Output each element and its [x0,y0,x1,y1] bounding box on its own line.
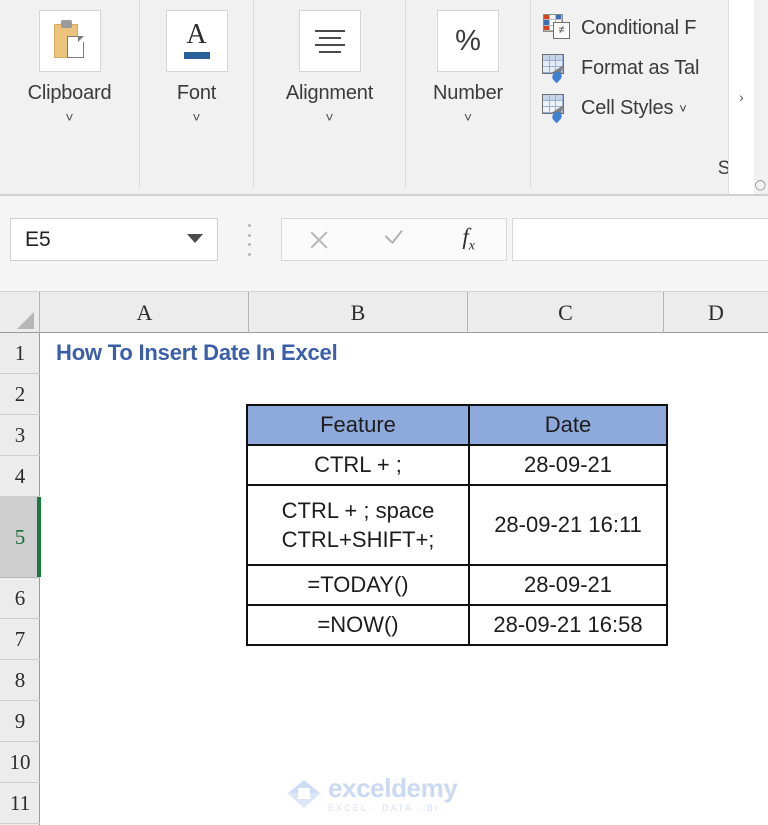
cell-date: 28-09-21 16:11 [468,484,668,566]
table-header-feature: Feature [246,404,470,446]
row-header-3[interactable]: 3 [0,415,40,456]
dialog-launcher-icon[interactable]: ◯ [755,180,766,191]
table-row: CTRL + ; 28-09-21 [246,444,668,486]
ribbon-group-label-alignment: Alignment [285,82,374,104]
ribbon-groups: Clipboard ˅ A Font ˅ Alignment ˅ % Numbe… [0,0,768,188]
chevron-down-icon[interactable]: ˅ [325,110,333,124]
formula-bar: E5 fx [0,196,768,292]
cell-date: 28-09-21 [468,564,668,606]
spreadsheet-grid: A B C D 1 2 3 4 5 6 7 8 9 10 11 How To I… [0,292,768,825]
conditional-formatting-label: Conditional F [581,16,697,39]
cell-date: 28-09-21 [468,444,668,486]
watermark-text: exceldemy EXCEL · DATA · BI [328,773,458,813]
table-header-date: Date [468,404,668,446]
cancel-entry-button[interactable] [291,219,347,260]
column-header-d[interactable]: D [664,292,768,333]
ribbon-group-number[interactable]: % Number ˅ [406,0,531,188]
column-header-c[interactable]: C [468,292,664,333]
ribbon-group-label-clipboard: Clipboard [27,82,112,104]
chevron-down-icon[interactable]: ˅ [192,110,200,124]
row-header-2[interactable]: 2 [0,374,40,415]
alignment-lines-icon [312,24,348,58]
ribbon-expand-button[interactable]: › [728,0,755,194]
row-header-9[interactable]: 9 [0,701,40,742]
name-box-value: E5 [25,227,51,251]
font-button[interactable]: A [165,10,228,72]
row-header-6[interactable]: 6 [0,578,40,619]
chevron-down-icon[interactable]: ˅ [464,110,472,124]
row-header-8[interactable]: 8 [0,660,40,701]
format-as-table-label: Format as Tal [581,56,700,79]
fx-insert-function-icon: fx [462,224,475,254]
cell-feature: =NOW() [246,604,470,646]
exceldemy-watermark: exceldemy EXCEL · DATA · BI [287,772,483,816]
conditional-formatting-icon: ≠ [541,13,573,43]
ribbon-group-font[interactable]: A Font ˅ [140,0,254,188]
ribbon-group-alignment[interactable]: Alignment ˅ [254,0,406,188]
watermark-name: exceldemy [328,773,458,803]
cell-styles-icon [541,93,573,124]
exceldemy-logo-icon [287,777,321,811]
row-header-10[interactable]: 10 [0,742,40,783]
row-header-1[interactable]: 1 [0,333,40,374]
formula-input[interactable] [512,218,768,261]
cell-feature-line-1: CTRL + ; space [281,497,435,523]
cell-feature: CTRL + ; [246,444,470,486]
cells-area[interactable]: How To Insert Date In Excel Feature Date… [41,334,768,825]
clipboard-icon [50,20,90,62]
ribbon-right-filler: ◯ [754,0,768,194]
table-row: =NOW() 28-09-21 16:58 [246,604,668,646]
percent-icon: % [455,25,481,57]
table-header-row: Feature Date [246,404,668,446]
clipboard-paste-button[interactable] [38,10,101,72]
name-box[interactable]: E5 [10,218,218,261]
table-row: CTRL + ; space CTRL+SHIFT+; 28-09-21 16:… [246,484,668,566]
row-header-column: 1 2 3 4 5 6 7 8 9 10 11 [0,333,41,825]
confirm-check-icon [382,229,406,251]
row-header-5-label: 5 [14,525,26,549]
row-header-7[interactable]: 7 [0,619,40,660]
chevron-down-icon[interactable]: ˅ [679,101,687,116]
confirm-entry-button[interactable] [366,219,422,260]
row-header-4[interactable]: 4 [0,456,40,497]
column-header-a[interactable]: A [41,292,249,333]
formula-bar-separator [247,224,251,256]
alignment-button[interactable] [298,10,361,72]
font-a-icon: A [177,20,217,62]
cell-feature: CTRL + ; space CTRL+SHIFT+; [246,484,470,566]
ribbon-group-label-font: Font [176,82,217,104]
page-title: How To Insert Date In Excel [56,340,338,365]
dropdown-arrow-icon[interactable] [187,234,203,243]
date-feature-table: Feature Date CTRL + ; 28-09-21 CTRL + ; … [246,404,668,646]
ribbon-group-clipboard[interactable]: Clipboard ˅ [0,0,140,188]
excel-window: Clipboard ˅ A Font ˅ Alignment ˅ % Numbe… [0,0,768,825]
table-row: =TODAY() 28-09-21 [246,564,668,606]
chevron-down-icon[interactable]: ˅ [65,110,73,124]
formula-action-buttons: fx [281,218,507,261]
select-all-corner-button[interactable] [0,292,40,333]
cell-date: 28-09-21 16:58 [468,604,668,646]
cell-styles-label: Cell Styles [581,96,674,119]
row-header-5[interactable]: 5 [0,497,41,578]
select-all-triangle-icon [17,312,34,329]
format-as-table-icon [541,53,573,84]
cancel-x-icon [308,229,330,251]
cell-feature: =TODAY() [246,564,470,606]
ribbon-group-label-number: Number [433,82,503,104]
number-format-button[interactable]: % [437,10,499,72]
ribbon: Clipboard ˅ A Font ˅ Alignment ˅ % Numbe… [0,0,768,196]
column-header-row: A B C D [0,292,768,333]
insert-function-button[interactable]: fx [441,219,497,260]
chevron-right-icon: › [739,89,744,105]
cell-feature-line-2: CTRL+SHIFT+; [281,527,435,552]
watermark-tagline: EXCEL · DATA · BI [328,803,440,813]
row-header-11[interactable]: 11 [0,783,40,824]
column-header-b[interactable]: B [249,292,468,333]
